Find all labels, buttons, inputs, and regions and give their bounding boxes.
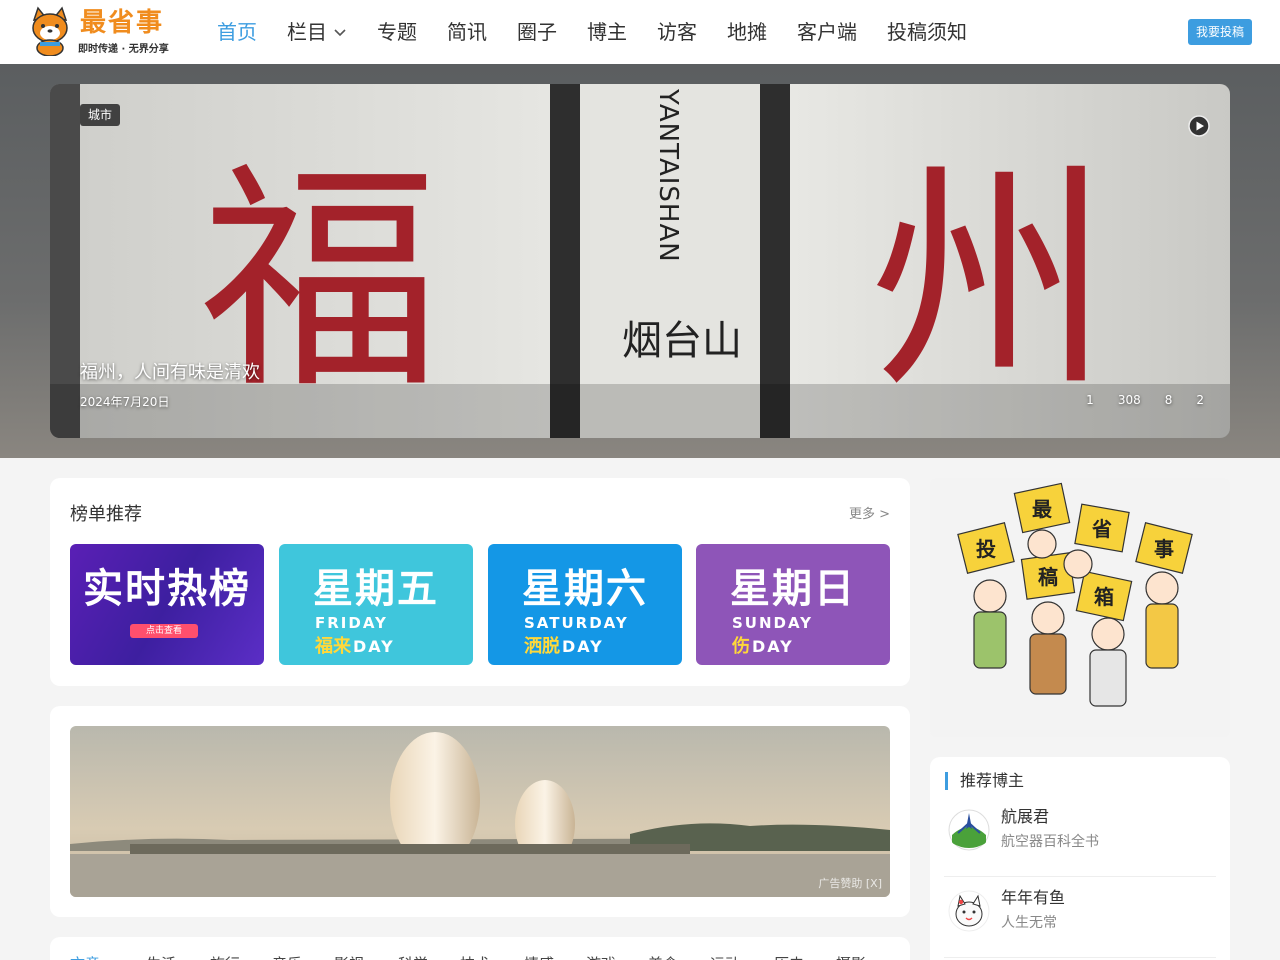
nav-market[interactable]: 地摊 xyxy=(727,0,767,64)
rank-tile-friday-sub: 福来 DAY xyxy=(315,632,395,658)
view-now-pill: 点击查看 xyxy=(130,624,198,638)
category-tabs: 文章 生活 旅行 音乐 影视 科学 技术 情感 游戏 美食 运动 历史 摄影 xyxy=(50,937,910,960)
hero-slide[interactable]: 福 州 YANTAISHAN 烟台山 城市 福州，人间有味是清欢 2024年7月… xyxy=(50,84,1230,438)
rank-tile-sunday[interactable]: 星期日 SUNDAY 伤 DAY xyxy=(696,544,890,665)
tab-8[interactable]: 游戏 xyxy=(586,953,616,960)
rank-tile-sunday-zh: 伤 xyxy=(732,636,750,657)
rank-tile-saturday-day: DAY xyxy=(562,637,604,656)
blogger-desc: 航空器百科全书 xyxy=(1001,834,1099,850)
stat-3: 8 xyxy=(1164,393,1173,407)
nav-visitors[interactable]: 访客 xyxy=(657,0,697,64)
hero-stats: 1 308 8 2 xyxy=(1062,393,1204,407)
blogger-desc: 人生无常 xyxy=(1001,915,1057,931)
nav-briefs[interactable]: 简讯 xyxy=(447,0,487,64)
rank-tile-saturday[interactable]: 星期六 SATURDAY 洒脱 DAY xyxy=(488,544,682,665)
sign-char-right: 州 xyxy=(870,141,1110,421)
logo-tagline: 即时传递 · 无界分享 xyxy=(78,44,169,55)
blogger-name[interactable]: 航展君 xyxy=(1001,803,1049,827)
sign-xiang: 箱 xyxy=(1094,585,1114,609)
rank-tile-hot[interactable]: 实时热榜 点击查看 xyxy=(70,544,264,665)
sign-zui: 最 xyxy=(1032,497,1053,521)
cat-avatar-icon xyxy=(948,890,990,932)
nav-columns-label: 栏目 xyxy=(287,20,327,44)
rank-tile-saturday-en: SATURDAY xyxy=(524,614,629,632)
stat-4: 2 xyxy=(1196,393,1204,407)
nav-client[interactable]: 客户端 xyxy=(797,0,857,64)
ad-sponsor-label[interactable]: 广告赞助 [X] xyxy=(818,875,882,891)
tab-7[interactable]: 情感 xyxy=(524,953,554,960)
hero-title[interactable]: 福州，人间有味是清欢 xyxy=(80,358,260,384)
tab-5[interactable]: 科学 xyxy=(398,953,428,960)
ad-card: 广告赞助 [X] xyxy=(50,706,910,917)
nav-topics[interactable]: 专题 xyxy=(377,0,417,64)
tab-10[interactable]: 运动 xyxy=(710,953,740,960)
blogger-item[interactable]: 航展君 航空器百科全书 xyxy=(944,797,1216,877)
rank-tile-sunday-sub: 伤 DAY xyxy=(732,632,794,658)
sign-pinyin: YANTAISHAN xyxy=(653,88,683,263)
sign-shi: 事 xyxy=(1154,537,1174,561)
rank-tile-saturday-zh: 洒脱 xyxy=(524,636,560,657)
blogger-item[interactable]: 年年有鱼 人生无常 xyxy=(944,878,1216,958)
rank-tile-sunday-day: DAY xyxy=(752,637,794,656)
tab-4[interactable]: 影视 xyxy=(334,953,364,960)
rank-tile-friday[interactable]: 星期五 FRIDAY 福来 DAY xyxy=(279,544,473,665)
stat-1: 1 xyxy=(1086,393,1094,407)
avatar[interactable] xyxy=(948,809,990,851)
nav-home[interactable]: 首页 xyxy=(217,0,257,64)
tab-3[interactable]: 音乐 xyxy=(272,953,302,960)
tab-1[interactable]: 生活 xyxy=(146,953,176,960)
tab-0[interactable]: 文章 xyxy=(70,953,100,960)
rank-card: 榜单推荐 更多 > 实时热榜 点击查看 星期五 FRIDAY 福来 DAY 星期六… xyxy=(50,478,910,686)
rank-tile-saturday-title: 星期六 xyxy=(522,566,648,612)
sign-place: 烟台山 xyxy=(622,318,742,364)
rank-tile-friday-en: FRIDAY xyxy=(315,614,388,632)
rank-more-link[interactable]: 更多 > xyxy=(849,503,890,522)
ad-banner[interactable]: 广告赞助 [X] xyxy=(70,726,890,897)
rank-title: 榜单推荐 xyxy=(70,504,142,525)
rank-tile-friday-title: 星期五 xyxy=(313,566,439,612)
hero-date: 2024年7月20日 xyxy=(80,395,170,409)
logo-title: 最省事 xyxy=(80,8,165,38)
rank-tile-saturday-sub: 洒脱 DAY xyxy=(524,632,604,658)
nav-bloggers[interactable]: 博主 xyxy=(587,0,627,64)
recommended-bloggers: 推荐博主 航展君 航空器百科全书 年年有鱼 人生无常 xyxy=(930,757,1230,960)
tab-6[interactable]: 技术 xyxy=(460,953,490,960)
stat-views: 308 xyxy=(1117,393,1141,407)
nav-guidelines[interactable]: 投稿须知 xyxy=(887,0,967,64)
avatar[interactable] xyxy=(948,890,990,932)
sign-tou: 投 xyxy=(976,537,996,561)
top-header: 最省事 即时传递 · 无界分享 首页 栏目 专题 简讯 圈子 博主 访客 地摊 … xyxy=(0,0,1280,64)
main-nav: 首页 栏目 专题 简讯 圈子 博主 访客 地摊 客户端 投稿须知 xyxy=(217,0,997,64)
play-icon[interactable] xyxy=(1188,115,1210,137)
submit-article-button[interactable]: 我要投稿 xyxy=(1188,19,1252,45)
rank-tile-sunday-title: 星期日 xyxy=(730,566,856,612)
cartoon-illustration: 最 省 事 投 稿 箱 xyxy=(957,482,1193,707)
airshow-avatar-icon xyxy=(948,809,990,851)
tab-12[interactable]: 摄影 xyxy=(836,953,866,960)
site-logo[interactable]: 最省事 即时传递 · 无界分享 xyxy=(28,6,188,58)
sign-sheng: 省 xyxy=(1091,517,1112,541)
sign-gao: 稿 xyxy=(1038,565,1058,589)
shiba-mascot-icon xyxy=(32,6,68,56)
chevron-down-icon xyxy=(334,29,346,37)
rank-tile-friday-zh: 福来 xyxy=(315,636,351,657)
ad-image xyxy=(70,726,890,897)
category-badge[interactable]: 城市 xyxy=(80,104,121,126)
tab-11[interactable]: 历史 xyxy=(774,953,804,960)
tab-2[interactable]: 旅行 xyxy=(210,953,240,960)
nav-circles[interactable]: 圈子 xyxy=(517,0,557,64)
tab-9[interactable]: 美食 xyxy=(648,953,678,960)
submission-illustration[interactable]: 最 省 事 投 稿 箱 xyxy=(930,478,1230,737)
rank-tile-friday-day: DAY xyxy=(353,637,395,656)
bloggers-title: 推荐博主 xyxy=(945,772,1024,790)
hero-image: 福 州 YANTAISHAN 烟台山 xyxy=(50,84,1230,438)
rank-tile-hot-title: 实时热榜 xyxy=(83,566,251,612)
blogger-name[interactable]: 年年有鱼 xyxy=(1001,884,1065,908)
rank-tile-sunday-en: SUNDAY xyxy=(732,614,814,632)
nav-columns[interactable]: 栏目 xyxy=(287,0,347,64)
